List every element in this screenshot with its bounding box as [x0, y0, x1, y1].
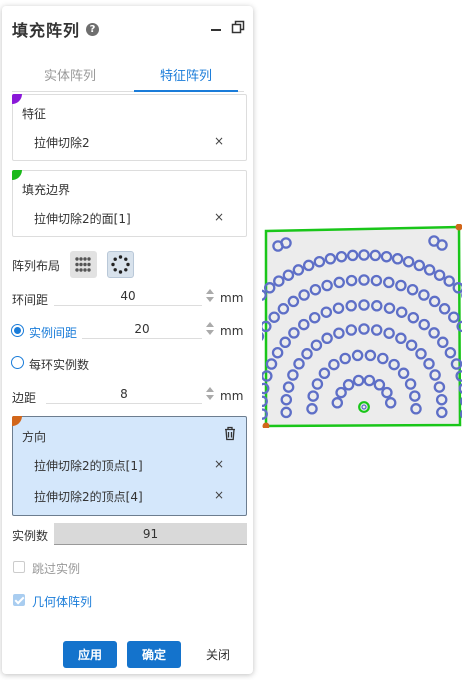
instance-spacing-label[interactable]: 实例间距 [29, 324, 77, 341]
circular-layout-icon [111, 255, 130, 274]
margin-unit: mm [220, 389, 244, 403]
pattern-instance [460, 396, 462, 406]
grid-layout-icon [75, 257, 91, 272]
boundary-color-marker [12, 170, 22, 180]
direction-item[interactable]: 拉伸切除2的顶点[4] [34, 488, 143, 505]
grid-layout-button[interactable] [70, 251, 97, 278]
pattern-instance [262, 289, 267, 301]
geometry-pattern-label[interactable]: 几何体阵列 [32, 593, 92, 610]
features-label: 特征 [22, 107, 47, 121]
trash-icon[interactable] [223, 426, 237, 441]
pattern-instance [262, 408, 268, 420]
margin-label: 边距 [12, 391, 37, 405]
direction-color-marker [12, 416, 22, 426]
panel-header: 填充阵列 ? [12, 18, 100, 40]
instance-spacing-stepper[interactable] [206, 321, 214, 337]
close-button[interactable]: 关闭 [192, 641, 244, 668]
features-selection-box[interactable]: 特征 拉伸切除2 × [12, 94, 247, 161]
apply-button[interactable]: 应用 [63, 641, 117, 668]
skip-instances-checkbox[interactable] [13, 561, 25, 573]
instance-spacing-input[interactable]: 20 [82, 319, 202, 339]
direction-item[interactable]: 拉伸切除2的顶点[1] [34, 457, 143, 474]
ring-spacing-input[interactable]: 40 [54, 286, 202, 306]
margin-stepper[interactable] [206, 386, 214, 402]
direction-selection-box[interactable]: 方向 拉伸切除2的顶点[1] × 拉伸切除2的顶点[4] × [12, 416, 247, 516]
circular-layout-button[interactable] [107, 251, 134, 278]
ok-button[interactable]: 确定 [127, 641, 181, 668]
remove-feature-icon[interactable]: × [214, 134, 224, 148]
pattern-type-tabs: 实体阵列 特征阵列 [12, 64, 244, 92]
restore-window-icon[interactable] [231, 20, 245, 34]
minimize-icon[interactable] [209, 20, 223, 34]
layout-label: 阵列布局 [12, 259, 61, 273]
remove-direction-icon[interactable]: × [214, 457, 224, 471]
per-ring-count-radio[interactable] [11, 356, 24, 369]
geometry-pattern-checkbox[interactable] [13, 594, 25, 606]
boundary-label: 填充边界 [22, 183, 71, 197]
ring-spacing-label: 环间距 [12, 293, 49, 307]
tab-feature-pattern[interactable]: 特征阵列 [128, 64, 244, 92]
help-icon[interactable]: ? [86, 22, 100, 36]
skip-instances-label[interactable]: 跳过实例 [32, 560, 80, 577]
remove-direction-icon[interactable]: × [214, 488, 224, 502]
pattern-instance [460, 409, 462, 419]
instance-spacing-unit: mm [220, 324, 244, 338]
features-color-marker [12, 94, 22, 104]
margin-input[interactable]: 8 [46, 384, 202, 404]
panel-title: 填充阵列 [12, 21, 81, 40]
instance-count-label: 实例数 [12, 529, 49, 543]
boundary-item[interactable]: 拉伸切除2的面[1] [34, 210, 131, 227]
pattern-instance [262, 331, 265, 341]
tab-solid-pattern[interactable]: 实体阵列 [12, 64, 128, 91]
boundary-selection-box[interactable]: 填充边界 拉伸切除2的面[1] × [12, 170, 247, 237]
fill-boundary-outline [264, 225, 462, 428]
instance-spacing-radio[interactable] [11, 324, 24, 337]
direction-label: 方向 [22, 430, 47, 444]
pattern-preview-viewport[interactable] [262, 224, 462, 428]
per-ring-count-label[interactable]: 每环实例数 [29, 356, 89, 373]
remove-boundary-icon[interactable]: × [214, 210, 224, 224]
fill-pattern-panel: 填充阵列 ? 实体阵列 特征阵列 特征 拉伸切除2 × 填充边界 拉伸切除2的面… [2, 6, 253, 674]
pattern-instance [262, 395, 268, 408]
ring-spacing-stepper[interactable] [206, 288, 214, 304]
ring-spacing-unit: mm [220, 291, 244, 305]
features-item[interactable]: 拉伸切除2 [34, 134, 90, 151]
instance-count-field: 91 [54, 523, 247, 545]
